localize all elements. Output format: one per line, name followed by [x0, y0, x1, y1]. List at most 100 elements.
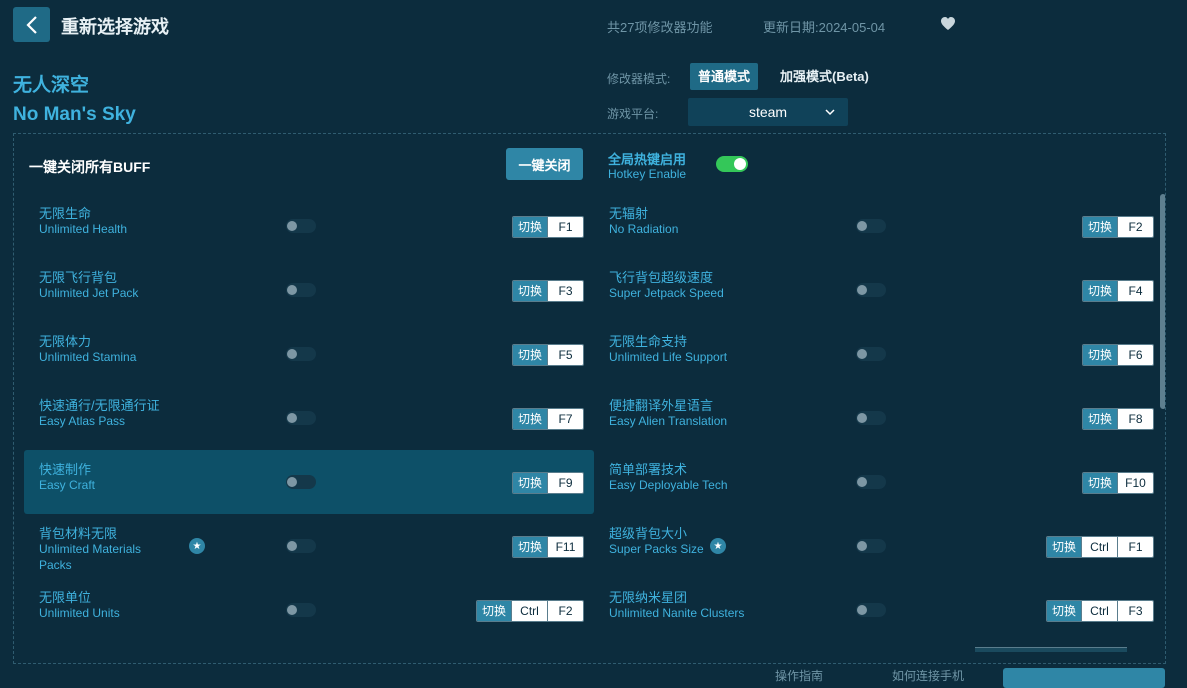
cheat-toggle[interactable] [856, 475, 886, 489]
switch-key-label: 切换 [476, 601, 511, 621]
chevron-left-icon [25, 15, 37, 34]
cheat-toggle[interactable] [856, 411, 886, 425]
key-cap: F2 [1117, 217, 1153, 237]
cheat-toggle[interactable] [856, 347, 886, 361]
platform-label: 游戏平台: [607, 107, 659, 121]
key-cap: F4 [1117, 281, 1153, 301]
cheat-toggle[interactable] [286, 411, 316, 425]
cheat-name-en: Easy Deployable Tech [609, 478, 728, 492]
switch-key-label: 切换 [512, 217, 547, 237]
cheat-name-en: Unlimited Materials Packs [39, 542, 142, 572]
key-cap: F1 [1117, 537, 1153, 557]
hotkey-toggle[interactable] [716, 156, 748, 172]
cheat-toggle[interactable] [286, 347, 316, 361]
switch-key-label: 切换 [1082, 345, 1117, 365]
cheat-name-cn: 超级背包大小 [609, 526, 688, 541]
cheat-name-cn: 无限纳米星团 [609, 590, 688, 605]
key-cap: Ctrl [511, 601, 547, 621]
hotkey-group[interactable]: 切换 F4 [1081, 280, 1154, 302]
cheat-row[interactable]: 无限单位 Unlimited Units 切换 Ctrl F2 [24, 578, 594, 642]
hotkey-group[interactable]: 切换 F2 [1081, 216, 1154, 238]
toggle-knob [734, 158, 746, 170]
cheat-name-en: No Radiation [609, 222, 679, 236]
hotkey-group[interactable]: 切换 F6 [1081, 344, 1154, 366]
next-row-key-partial [975, 647, 1127, 652]
cheat-name-cn: 无限单位 [39, 590, 92, 605]
switch-key-label: 切换 [512, 409, 547, 429]
cheat-row[interactable]: 无限体力 Unlimited Stamina 切换 F5 [24, 322, 594, 386]
cheat-toggle[interactable] [286, 283, 316, 297]
cheat-row[interactable]: 快速制作 Easy Craft 切换 F9 [24, 450, 594, 514]
cheat-row[interactable]: 超级背包大小 Super Packs Size ★ 切换 Ctrl F1 [594, 514, 1164, 578]
hotkey-group[interactable]: 切换 Ctrl F3 [1045, 600, 1154, 622]
heart-icon[interactable] [940, 16, 956, 31]
hotkey-group[interactable]: 切换 F7 [511, 408, 584, 430]
cheat-toggle[interactable] [856, 539, 886, 553]
phone-link[interactable]: 如何连接手机 [892, 667, 964, 684]
cheat-toggle[interactable] [856, 219, 886, 233]
cheat-name-en: Unlimited Units [39, 606, 120, 620]
cheat-row[interactable]: 背包材料无限 Unlimited Materials Packs ★ 切换 F11 [24, 514, 594, 578]
key-cap: F11 [547, 537, 583, 557]
switch-key-label: 切换 [512, 537, 547, 557]
star-icon: ★ [710, 538, 726, 554]
cheat-toggle[interactable] [856, 603, 886, 617]
hotkey-group[interactable]: 切换 F10 [1081, 472, 1154, 494]
hotkey-group[interactable]: 切换 F8 [1081, 408, 1154, 430]
cheat-name-en: Unlimited Life Support [609, 350, 728, 364]
page-title: 重新选择游戏 [61, 17, 169, 37]
key-cap: F10 [1117, 473, 1153, 493]
cheat-toggle[interactable] [286, 475, 316, 489]
cheat-toggle[interactable] [286, 539, 316, 553]
cheat-name-en: Easy Craft [39, 478, 96, 492]
cheat-row[interactable]: 无限飞行背包 Unlimited Jet Pack 切换 F3 [24, 258, 594, 322]
platform-select[interactable]: steam [688, 98, 848, 126]
cheat-name-cn: 快速通行/无限通行证 [39, 398, 160, 413]
switch-key-label: 切换 [512, 345, 547, 365]
cheat-row[interactable]: 无限生命 Unlimited Health 切换 F1 [24, 194, 594, 258]
hotkey-group[interactable]: 切换 F5 [511, 344, 584, 366]
cheat-row[interactable]: 飞行背包超级速度 Super Jetpack Speed 切换 F4 [594, 258, 1164, 322]
hotkey-group[interactable]: 切换 F9 [511, 472, 584, 494]
cheat-name-cn: 无限生命支持 [609, 334, 688, 349]
switch-key-label: 切换 [1046, 601, 1081, 621]
key-cap: F3 [547, 281, 583, 301]
hotkey-group[interactable]: 切换 Ctrl F2 [475, 600, 584, 622]
toggle-knob [287, 541, 297, 551]
toggle-knob [287, 285, 297, 295]
toggle-knob [857, 221, 867, 231]
cheat-name-en: Super Packs Size [609, 542, 704, 556]
cheat-toggle[interactable] [856, 283, 886, 297]
cheat-row[interactable]: 无限生命支持 Unlimited Life Support 切换 F6 [594, 322, 1164, 386]
cheat-name-cn: 背包材料无限 [39, 526, 118, 541]
key-cap: F2 [547, 601, 583, 621]
cheat-name-en: Unlimited Health [39, 222, 128, 236]
switch-key-label: 切换 [512, 281, 547, 301]
toggle-knob [857, 477, 867, 487]
toggle-knob [857, 605, 867, 615]
beta-mode-button[interactable]: 加强模式(Beta) [772, 63, 877, 90]
switch-key-label: 切换 [1082, 217, 1117, 237]
cheat-row[interactable]: 简单部署技术 Easy Deployable Tech 切换 F10 [594, 450, 1164, 514]
cheat-row[interactable]: 便捷翻译外星语言 Easy Alien Translation 切换 F8 [594, 386, 1164, 450]
toggle-knob [287, 413, 297, 423]
switch-key-label: 切换 [1082, 409, 1117, 429]
key-cap: F9 [547, 473, 583, 493]
normal-mode-button[interactable]: 普通模式 [690, 63, 759, 90]
cheat-name-cn: 便捷翻译外星语言 [609, 398, 714, 413]
cheat-row[interactable]: 无限纳米星团 Unlimited Nanite Clusters 切换 Ctrl F3 [594, 578, 1164, 642]
cheat-name-cn: 简单部署技术 [609, 462, 688, 477]
back-button[interactable] [13, 7, 50, 42]
cheat-row[interactable]: 无辐射 No Radiation 切换 F2 [594, 194, 1164, 258]
cheat-toggle[interactable] [286, 603, 316, 617]
hotkey-group[interactable]: 切换 Ctrl F1 [1045, 536, 1154, 558]
cheat-name-en: Super Jetpack Speed [609, 286, 724, 300]
bottom-button[interactable] [1003, 668, 1165, 688]
cheat-toggle[interactable] [286, 219, 316, 233]
hotkey-group[interactable]: 切换 F3 [511, 280, 584, 302]
cheat-row[interactable]: 快速通行/无限通行证 Easy Atlas Pass 切换 F7 [24, 386, 594, 450]
hotkey-group[interactable]: 切换 F11 [511, 536, 584, 558]
hotkey-group[interactable]: 切换 F1 [511, 216, 584, 238]
disable-all-button[interactable]: 一键关闭 [506, 148, 583, 180]
guide-link[interactable]: 操作指南 [775, 667, 823, 684]
